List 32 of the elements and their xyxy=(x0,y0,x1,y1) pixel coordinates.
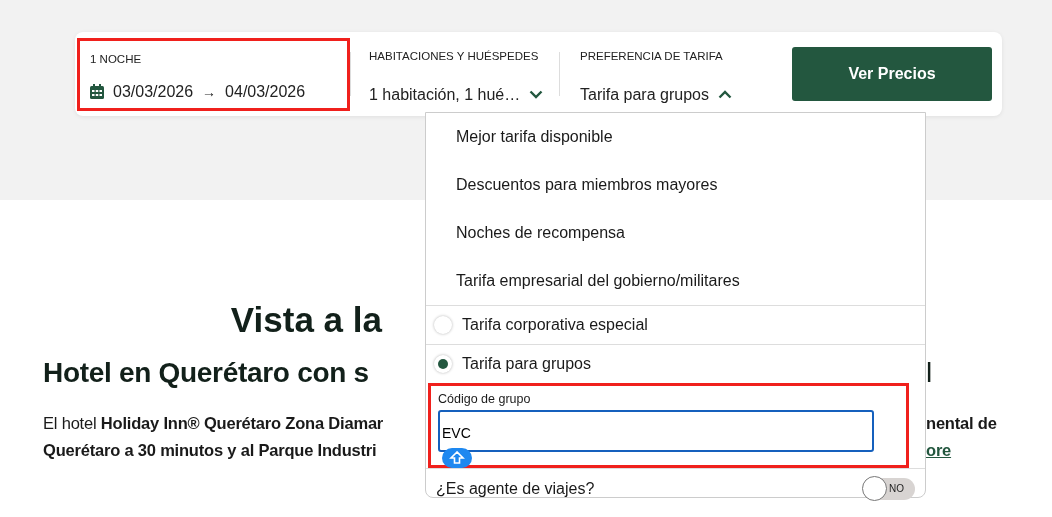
chevron-up-icon[interactable] xyxy=(717,90,732,99)
paragraph-line: nental de xyxy=(926,413,997,434)
group-code-label: Código de grupo xyxy=(438,392,532,406)
toggle-switch[interactable]: NO xyxy=(863,478,915,500)
section-heading: Vista a la xyxy=(229,299,382,341)
rate-preference-value[interactable]: Tarifa para grupos xyxy=(580,85,709,104)
check-out-date: 04/03/2026 xyxy=(225,82,306,101)
paragraph-line: Querétaro a 30 minutos y al Parque Industri xyxy=(43,440,378,461)
radio-label[interactable]: Tarifa corporativa especial xyxy=(462,316,648,334)
rooms-guests-value[interactable]: 1 habitación, 1 hué… xyxy=(369,85,521,104)
rooms-guests-label: HABITACIONES Y HUÉSPEDES xyxy=(369,49,540,62)
arrow-text: → xyxy=(202,83,217,100)
date-section[interactable]: 1 NOCHE 03/03/2026 → 04/03/2026 xyxy=(77,37,350,111)
read-more-link[interactable]: ore xyxy=(926,441,952,459)
chevron-down-icon[interactable] xyxy=(529,90,544,99)
rate-option[interactable]: Noches de recompensa xyxy=(426,209,925,257)
paragraph-line: El hotel Holiday Inn® Querétaro Zona Diamar xyxy=(43,413,382,434)
radio-button[interactable] xyxy=(434,316,452,334)
radio-label[interactable]: Tarifa para grupos xyxy=(462,355,591,373)
group-code-field[interactable]: EVC xyxy=(438,410,874,452)
check-in-date: 03/03/2026 xyxy=(113,82,194,101)
rate-preference-label: PREFERENCIA DE TARIFA xyxy=(580,49,724,62)
nights-label: 1 NOCHE xyxy=(90,52,143,65)
view-prices-button[interactable]: Ver Precios xyxy=(792,47,992,101)
travel-agent-label: ¿Es agente de viajes? xyxy=(436,480,595,498)
hotel-subheading: l xyxy=(926,356,933,390)
rate-option[interactable]: Descuentos para miembros mayores xyxy=(426,161,925,209)
rate-option[interactable]: Mejor tarifa disponible xyxy=(426,113,925,161)
rate-option[interactable]: Tarifa empresarial del gobierno/militares xyxy=(426,257,925,305)
calendar-icon xyxy=(90,84,104,99)
hotel-subheading: Hotel en Querétaro con s xyxy=(43,356,370,390)
radio-button[interactable] xyxy=(434,355,452,373)
